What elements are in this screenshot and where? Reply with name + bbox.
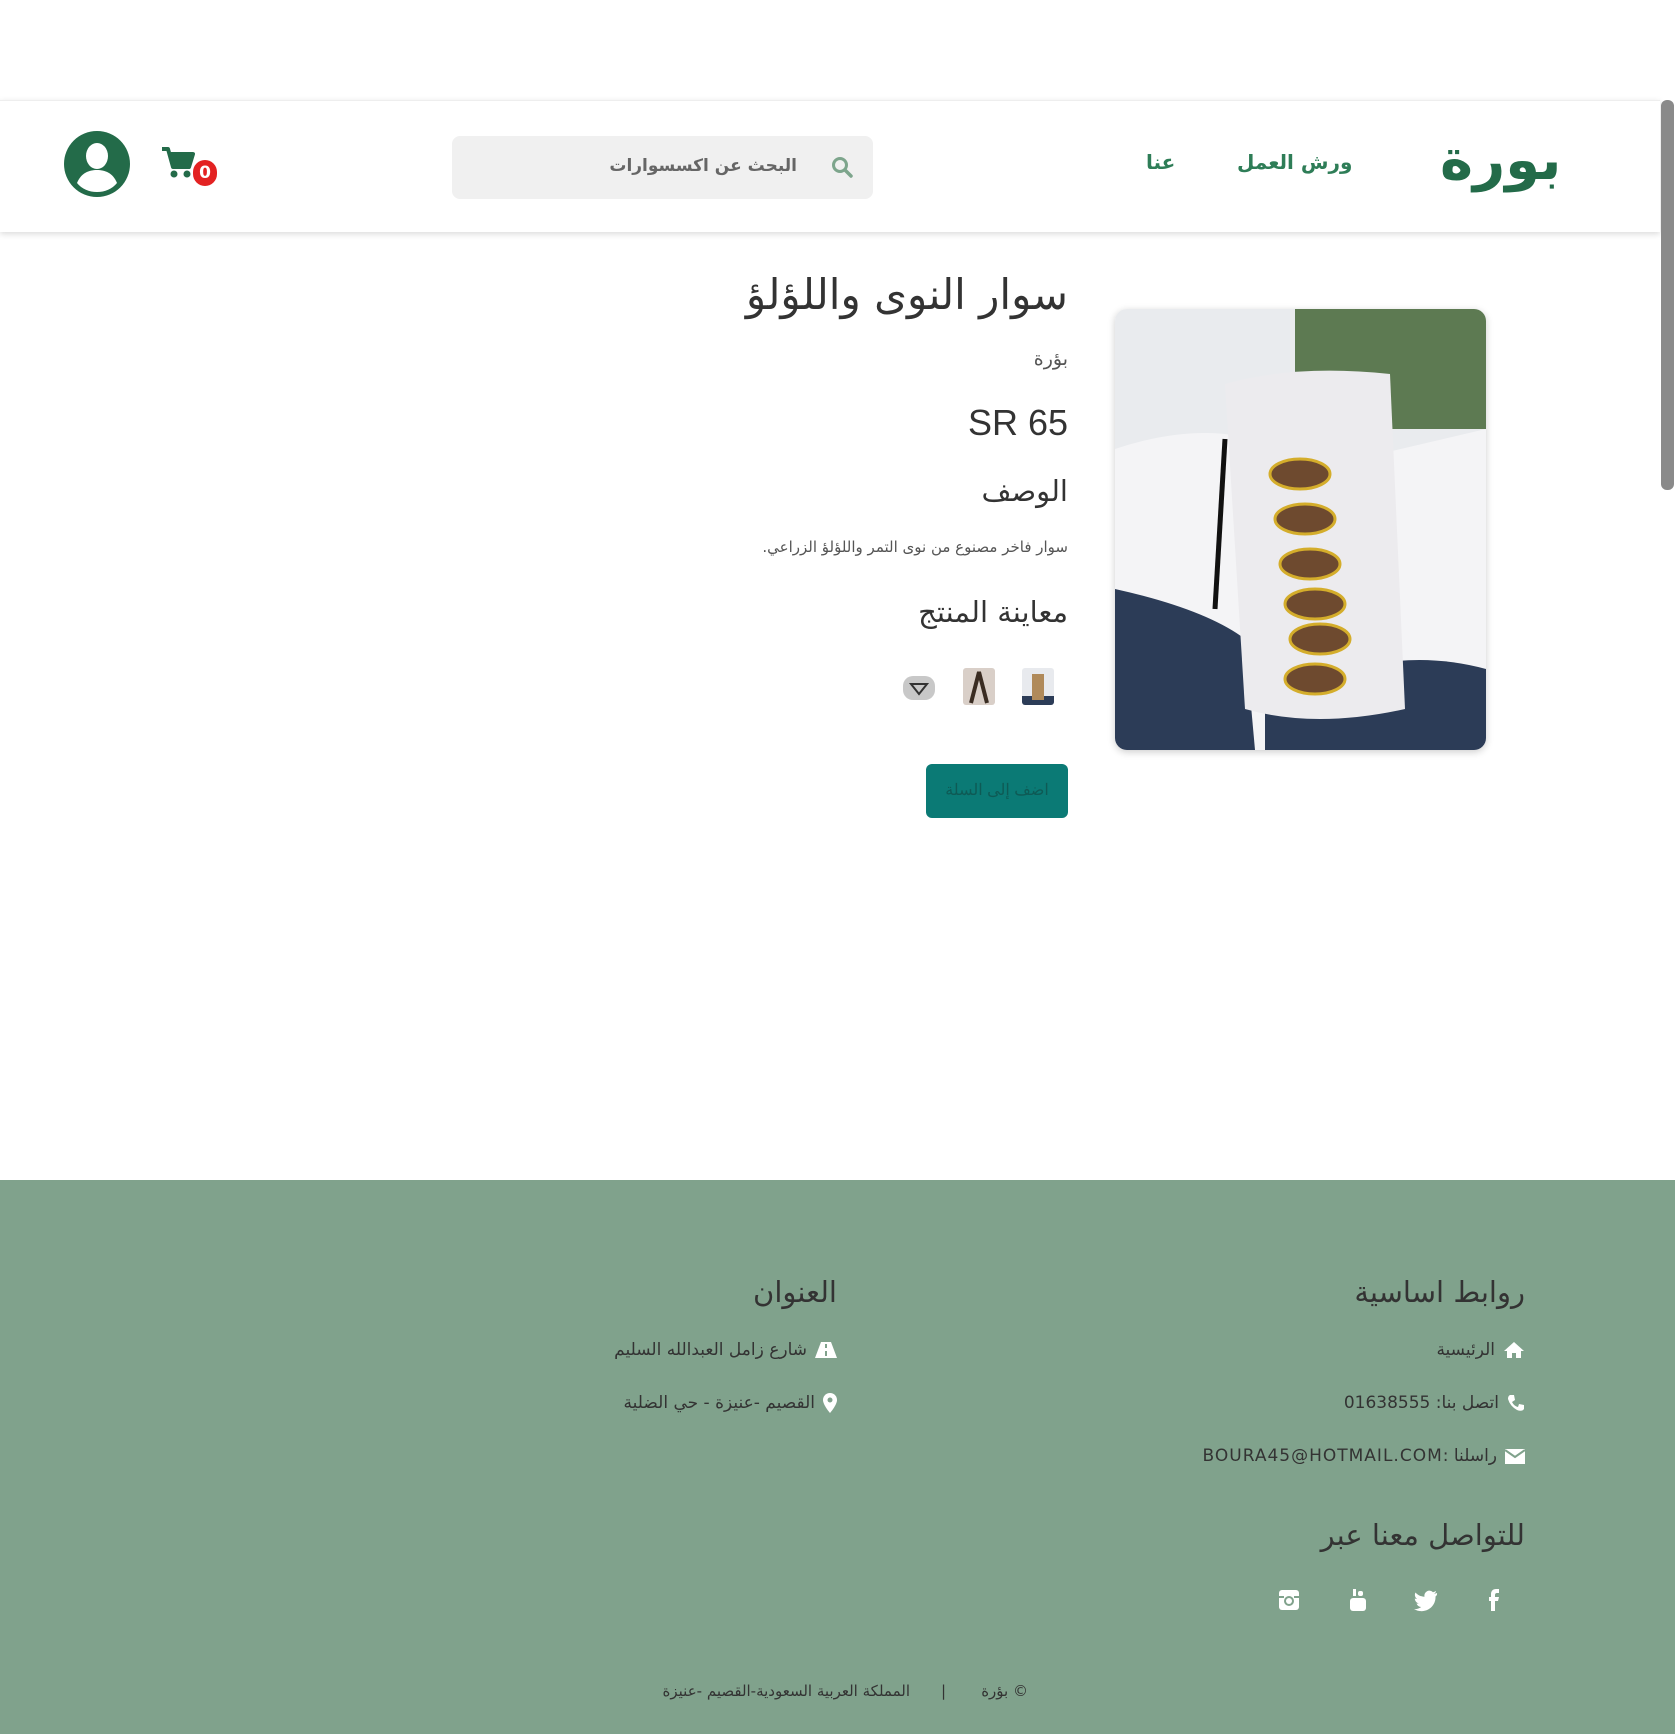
search-icon[interactable] bbox=[831, 156, 853, 178]
thumbnail-1[interactable] bbox=[1022, 668, 1054, 705]
cart-count-badge: 0 bbox=[193, 160, 217, 186]
twitter-icon bbox=[1414, 1590, 1438, 1612]
phone-label: اتصل بنا: 01638555 bbox=[1343, 1393, 1499, 1413]
facebook-link[interactable] bbox=[1482, 1588, 1506, 1612]
road-icon bbox=[815, 1342, 837, 1358]
scrollbar[interactable] bbox=[1661, 100, 1674, 490]
footer-link-home[interactable]: الرئيسية bbox=[1436, 1340, 1525, 1360]
search-placeholder: البحث عن اكسسوارات bbox=[609, 156, 797, 176]
user-avatar-icon bbox=[64, 131, 130, 197]
product-price: SR 65 bbox=[967, 402, 1068, 443]
cart-button[interactable] bbox=[160, 145, 196, 185]
envelope-icon bbox=[1505, 1448, 1525, 1464]
product-title: سوار النوى واللؤلؤ bbox=[745, 270, 1068, 319]
youtube-link[interactable] bbox=[1346, 1588, 1370, 1612]
phone-icon bbox=[1508, 1395, 1524, 1411]
map-marker-icon bbox=[823, 1393, 837, 1413]
copyright-separator: | bbox=[941, 1682, 947, 1700]
search-input[interactable]: البحث عن اكسسوارات bbox=[452, 136, 873, 199]
cart-icon bbox=[162, 147, 195, 178]
footer-phone[interactable]: اتصل بنا: 01638555 bbox=[1344, 1393, 1525, 1413]
product-main-image[interactable] bbox=[1115, 309, 1486, 750]
add-to-cart-button[interactable]: اضف إلى السلة bbox=[926, 764, 1068, 818]
facebook-icon bbox=[1489, 1589, 1499, 1611]
copyright-brand: © بؤرة bbox=[981, 1682, 1028, 1700]
product-description: سوار فاخر مصنوع من نوى التمر واللؤلؤ الز… bbox=[762, 538, 1068, 556]
description-heading: الوصف bbox=[981, 474, 1068, 508]
footer-email[interactable]: راسلنا :BOURA45@HOTMAIL.COM bbox=[1203, 1446, 1525, 1466]
copyright-location: المملكة العربية السعودية-القصيم -عنيزة bbox=[662, 1682, 910, 1700]
logo[interactable]: بورة bbox=[1440, 128, 1561, 193]
nav-workshops[interactable]: ورش العمل bbox=[1237, 150, 1352, 174]
preview-heading: معاينة المنتج bbox=[918, 595, 1068, 629]
location-label: القصيم -عنيزة - حي الضلية bbox=[623, 1393, 815, 1413]
twitter-link[interactable] bbox=[1414, 1588, 1438, 1612]
home-icon bbox=[1504, 1342, 1524, 1358]
user-account-button[interactable] bbox=[64, 131, 130, 201]
footer-social-heading: للتواصل معنا عبر bbox=[1320, 1518, 1525, 1552]
street-label: شارع زامل العبدالله السليم bbox=[614, 1340, 807, 1360]
youtube-icon bbox=[1350, 1589, 1366, 1611]
email-label: راسلنا :BOURA45@HOTMAIL.COM bbox=[1202, 1446, 1497, 1466]
footer-links-heading: روابط اساسية bbox=[1354, 1275, 1525, 1309]
instagram-icon bbox=[1279, 1590, 1299, 1610]
nav-about[interactable]: عنا bbox=[1146, 150, 1175, 174]
instagram-link[interactable] bbox=[1277, 1588, 1301, 1612]
product-brand: بؤرة bbox=[1033, 348, 1068, 370]
footer-location: القصيم -عنيزة - حي الضلية bbox=[624, 1393, 837, 1413]
footer-address-heading: العنوان bbox=[753, 1275, 837, 1309]
thumbnail-2[interactable] bbox=[963, 668, 995, 705]
footer-street: شارع زامل العبدالله السليم bbox=[614, 1340, 837, 1360]
thumbnail-3[interactable] bbox=[903, 676, 935, 700]
home-link-label: الرئيسية bbox=[1436, 1340, 1495, 1360]
